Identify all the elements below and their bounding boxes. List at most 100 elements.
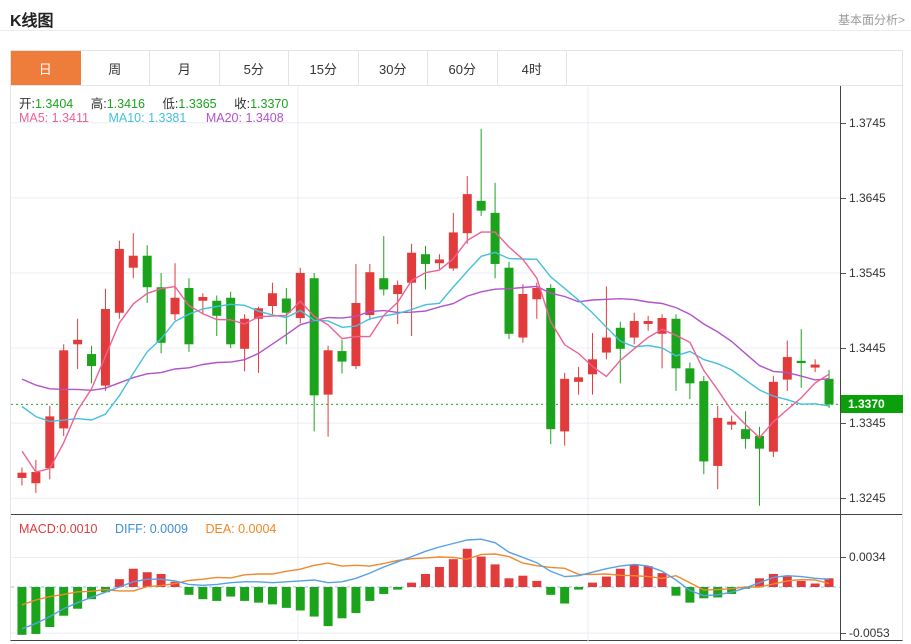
macd-bar (491, 564, 500, 587)
ma-legend: MA5: 1.3411 MA10: 1.3381 MA20: 1.3408 (19, 111, 284, 125)
candle-body (769, 382, 778, 452)
macd-tick-label-tick (841, 557, 846, 558)
macd-bar (658, 573, 667, 587)
candle-body (435, 259, 444, 263)
macd-tick-label: 0.0034 (849, 550, 886, 564)
candle-body (421, 254, 430, 264)
macd-bar (338, 587, 347, 618)
macd-bar (240, 587, 249, 601)
candle-body (351, 303, 360, 366)
candle-body (727, 422, 736, 425)
macd-bar (59, 587, 68, 616)
candle-body (212, 301, 221, 316)
candle-body (783, 357, 792, 380)
candle-body (602, 338, 611, 353)
price-tick-label: 1.3445 (849, 341, 886, 355)
macd-bar (184, 587, 193, 595)
tab-月[interactable]: 月 (150, 51, 220, 85)
macd-tick-label-tick (841, 633, 846, 634)
candle-body (644, 321, 653, 324)
ma20-legend: MA20: 1.3408 (206, 111, 284, 125)
macd-bar (351, 587, 360, 613)
candle-body (171, 298, 180, 315)
tab-15分[interactable]: 15分 (289, 51, 359, 85)
open-label: 开: (19, 97, 35, 111)
price-tick-label: 1.3745 (849, 116, 886, 130)
price-tick-label-tick (841, 123, 846, 124)
macd-bar (504, 578, 513, 587)
tab-bar-filler (567, 51, 902, 85)
macd-bar (129, 569, 138, 587)
macd-bar (268, 587, 277, 604)
candle-body (741, 429, 750, 439)
macd-bar (685, 587, 694, 603)
close-label: 收: (234, 97, 250, 111)
candle-body (560, 379, 569, 432)
candle-body (546, 288, 555, 429)
macd-bar (560, 587, 569, 604)
tab-5分[interactable]: 5分 (220, 51, 290, 85)
candle-body (630, 321, 639, 338)
macd-bar (435, 567, 444, 587)
macd-bar (73, 587, 82, 609)
macd-bar (546, 587, 555, 595)
low-value: 1.3365 (178, 97, 216, 111)
macd-legend: MACD:0.0010 DIFF: 0.0009 DEA: 0.0004 (19, 522, 276, 536)
candle-body (477, 201, 486, 211)
candle-body (198, 297, 207, 301)
tab-日[interactable]: 日 (11, 51, 81, 85)
candle-body (338, 351, 347, 362)
macd-bar (463, 549, 472, 587)
high-value: 1.3416 (107, 97, 145, 111)
tab-周[interactable]: 周 (81, 51, 151, 85)
tab-4时[interactable]: 4时 (498, 51, 568, 85)
open-value: 1.3404 (35, 97, 73, 111)
interval-tab-bar: 日周月5分15分30分60分4时 (10, 50, 903, 86)
candlestick-chart (11, 86, 840, 514)
candle-body (449, 232, 458, 268)
macd-bar (588, 583, 597, 587)
ma5-legend: MA5: 1.3411 (19, 111, 89, 125)
candle-body (129, 256, 138, 268)
chart-container: 1.37451.36451.35451.34451.33451.32450.00… (10, 85, 903, 641)
macd-bar (421, 574, 430, 587)
candle-body (713, 418, 722, 466)
macd-bar (45, 587, 54, 627)
ohlc-legend: 开:1.3404 高:1.3416 低:1.3365 收:1.3370 (19, 93, 302, 112)
high-label: 高: (91, 97, 107, 111)
macd-bar (254, 587, 263, 603)
macd-bar (616, 569, 625, 587)
macd-bar (310, 587, 319, 617)
tab-60分[interactable]: 60分 (428, 51, 498, 85)
price-tick-label: 1.3245 (849, 491, 886, 505)
macd-bar (365, 587, 374, 601)
candle-body (73, 340, 82, 345)
candle-body (491, 213, 500, 264)
low-label: 低: (162, 97, 178, 111)
price-tick-label: 1.3345 (849, 416, 886, 430)
price-tick-label-tick (841, 198, 846, 199)
macd-bar (31, 587, 40, 634)
macd-bar (797, 581, 806, 587)
fundamental-analysis-link[interactable]: 基本面分析> (838, 11, 905, 28)
macd-bar (296, 587, 305, 610)
page-title: K线图 (10, 7, 54, 31)
candle-body (518, 294, 527, 338)
candle-body (45, 416, 54, 468)
macd-bar (811, 584, 820, 587)
macd-bar (212, 587, 221, 601)
candle-body (324, 350, 333, 394)
candle-body (685, 368, 694, 383)
macd-bar (532, 581, 541, 587)
price-tick-label-tick (841, 273, 846, 274)
candle-body (310, 278, 319, 395)
candle-body (365, 272, 374, 315)
candle-body (699, 381, 708, 461)
macd-bar (393, 587, 402, 590)
tab-30分[interactable]: 30分 (359, 51, 429, 85)
macd-bar (226, 587, 235, 597)
candle-body (31, 472, 40, 483)
macd-value: MACD:0.0010 (19, 522, 98, 536)
candle-body (87, 354, 96, 366)
close-value: 1.3370 (250, 97, 288, 111)
